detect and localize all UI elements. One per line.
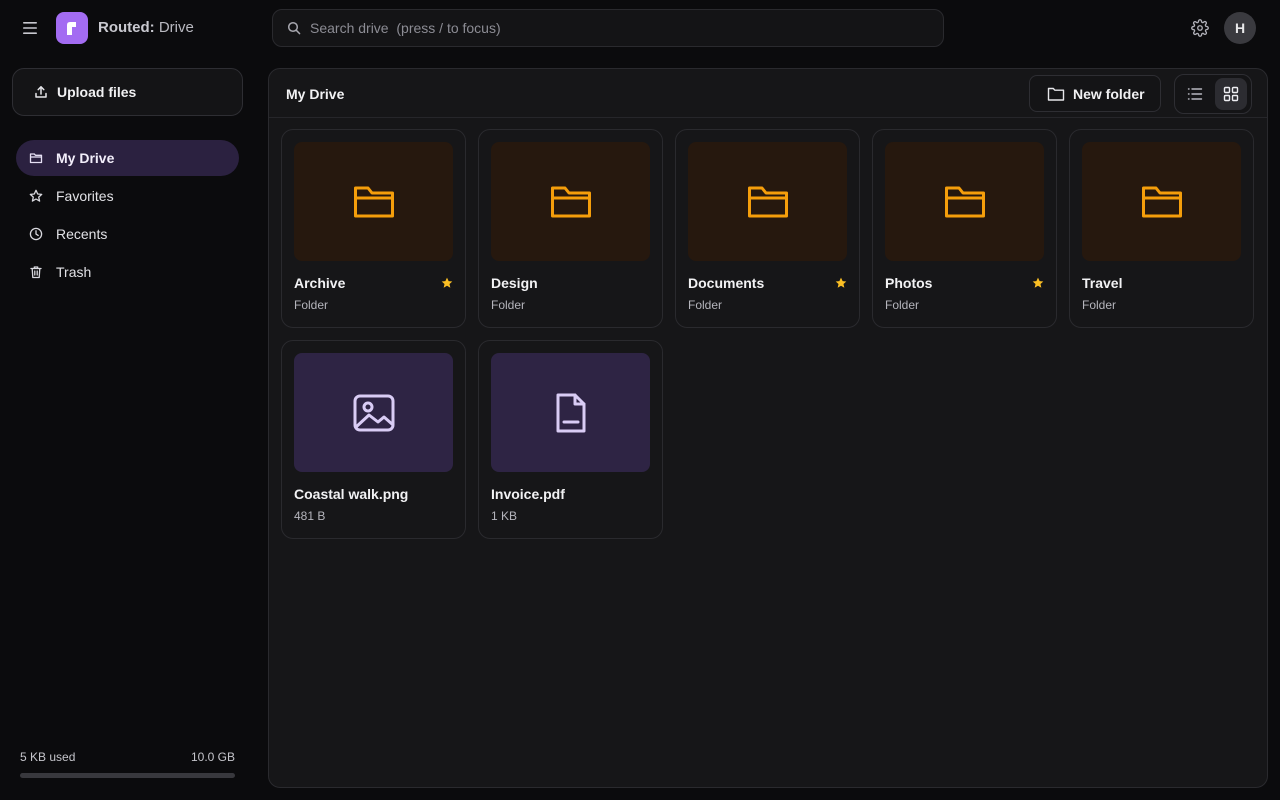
settings-button[interactable] bbox=[1189, 17, 1211, 39]
sidebar-item-recents[interactable]: Recents bbox=[16, 216, 239, 252]
list-view-button[interactable] bbox=[1179, 78, 1211, 110]
gear-icon bbox=[1191, 19, 1209, 37]
file-thumbnail bbox=[491, 353, 650, 472]
main-header: My Drive New folder bbox=[269, 69, 1267, 118]
starred-icon[interactable] bbox=[441, 277, 453, 289]
search-input[interactable] bbox=[310, 20, 910, 36]
item-name: Travel bbox=[1082, 275, 1123, 291]
sidebar-item-my-drive[interactable]: My Drive bbox=[16, 140, 239, 176]
view-toggle bbox=[1174, 74, 1252, 114]
folder-icon bbox=[944, 186, 985, 217]
menu-button[interactable] bbox=[18, 16, 42, 40]
sidebar-item-label: Recents bbox=[56, 226, 108, 242]
item-meta: Folder bbox=[1082, 298, 1117, 312]
item-name: Invoice.pdf bbox=[491, 486, 565, 502]
folder-thumbnail bbox=[688, 142, 847, 261]
sidebar-item-label: My Drive bbox=[56, 150, 115, 166]
star-icon bbox=[29, 189, 43, 203]
new-folder-label: New folder bbox=[1073, 85, 1145, 102]
storage-progress-bar bbox=[20, 773, 235, 778]
folder-card[interactable]: Design Folder bbox=[478, 129, 663, 328]
grid-icon bbox=[1223, 86, 1239, 102]
clock-icon bbox=[29, 227, 43, 241]
upload-icon bbox=[35, 86, 47, 98]
item-name: Coastal walk.png bbox=[294, 486, 409, 502]
folder-icon bbox=[747, 186, 788, 217]
search-bar[interactable] bbox=[272, 9, 944, 47]
item-meta: Folder bbox=[885, 298, 920, 312]
storage-usage: 5 KB used 10.0 GB bbox=[20, 750, 235, 778]
trash-icon bbox=[29, 265, 43, 279]
upload-files-label: Upload files bbox=[57, 84, 137, 100]
folder-icon bbox=[353, 186, 394, 217]
document-icon bbox=[556, 393, 585, 432]
item-meta: Folder bbox=[491, 298, 526, 312]
file-card[interactable]: Invoice.pdf 1 KB bbox=[478, 340, 663, 539]
sidebar-item-label: Trash bbox=[56, 264, 92, 280]
sidebar-nav: My Drive Favorites Recents Trash bbox=[16, 140, 239, 292]
item-name: Archive bbox=[294, 275, 346, 291]
search-icon bbox=[287, 21, 301, 35]
new-folder-button[interactable]: New folder bbox=[1029, 75, 1161, 112]
top-bar: Routed: Drive H bbox=[0, 0, 1280, 56]
image-icon bbox=[353, 394, 394, 431]
folder-icon bbox=[1141, 186, 1182, 217]
app-logo[interactable] bbox=[56, 12, 88, 44]
file-card[interactable]: Coastal walk.png 481 B bbox=[281, 340, 466, 539]
user-avatar[interactable]: H bbox=[1224, 12, 1256, 44]
folder-thumbnail bbox=[885, 142, 1044, 261]
item-name: Documents bbox=[688, 275, 765, 291]
logo-r-icon bbox=[67, 22, 76, 35]
storage-used-label: 5 KB used bbox=[20, 750, 76, 764]
app-brand: Routed: Drive bbox=[98, 19, 194, 36]
item-name: Photos bbox=[885, 275, 933, 291]
storage-total-label: 10.0 GB bbox=[190, 750, 235, 764]
folder-card[interactable]: Travel Folder bbox=[1069, 129, 1254, 328]
grid-view-button[interactable] bbox=[1215, 78, 1247, 110]
folder-icon bbox=[550, 186, 591, 217]
main-panel: My Drive New folder Archive Folder Desig… bbox=[268, 68, 1268, 788]
sidebar-item-label: Favorites bbox=[56, 188, 114, 204]
starred-icon[interactable] bbox=[835, 277, 847, 289]
item-meta: 1 KB bbox=[491, 509, 518, 523]
upload-files-button[interactable]: Upload files bbox=[12, 68, 243, 116]
item-name: Design bbox=[491, 275, 538, 291]
folder-thumbnail bbox=[294, 142, 453, 261]
brand-name: Routed: bbox=[98, 19, 155, 36]
item-meta: Folder bbox=[688, 298, 723, 312]
folder-plus-icon bbox=[1047, 87, 1065, 101]
sidebar-item-favorites[interactable]: Favorites bbox=[16, 178, 239, 214]
folder-card[interactable]: Documents Folder bbox=[675, 129, 860, 328]
page-title: My Drive bbox=[286, 86, 345, 102]
file-thumbnail bbox=[294, 353, 453, 472]
brand-product: Drive bbox=[154, 19, 194, 36]
item-meta: Folder bbox=[294, 298, 329, 312]
starred-icon[interactable] bbox=[1032, 277, 1044, 289]
hamburger-icon bbox=[23, 22, 37, 34]
folder-card[interactable]: Photos Folder bbox=[872, 129, 1057, 328]
list-icon bbox=[1187, 88, 1203, 100]
folder-thumbnail bbox=[491, 142, 650, 261]
item-meta: 481 B bbox=[294, 509, 326, 523]
folder-icon bbox=[29, 151, 43, 165]
folder-thumbnail bbox=[1082, 142, 1241, 261]
folder-card[interactable]: Archive Folder bbox=[281, 129, 466, 328]
sidebar-item-trash[interactable]: Trash bbox=[16, 254, 239, 290]
